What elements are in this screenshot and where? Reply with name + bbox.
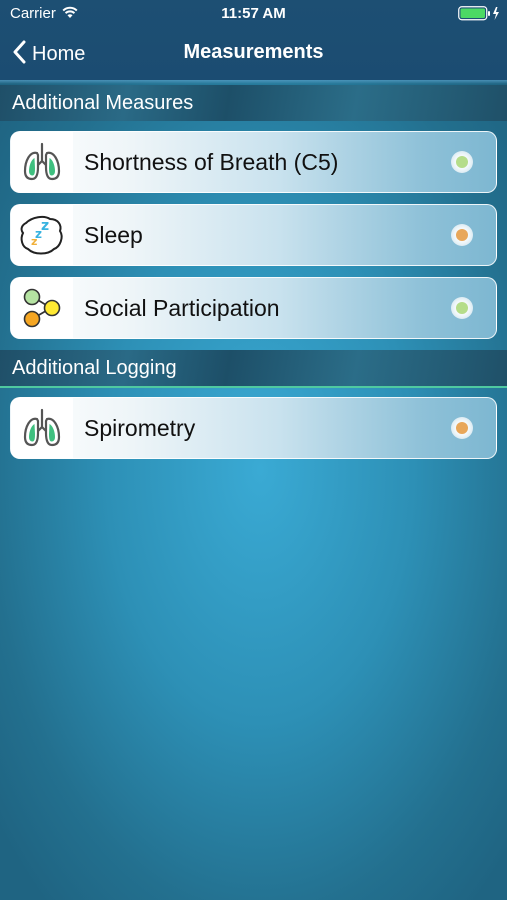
status-dot	[456, 302, 468, 314]
measure-item-shortness-of-breath[interactable]: Shortness of Breath (C5)	[10, 131, 497, 193]
status-indicator-icon	[451, 297, 473, 319]
top-bar: Carrier 11:57 AM Home Measurements	[0, 0, 507, 80]
measure-item-sleep[interactable]: z z z Sleep	[10, 204, 497, 266]
measure-item-label: Sleep	[84, 222, 143, 248]
lungs-icon	[11, 132, 73, 192]
status-indicator-icon	[451, 151, 473, 173]
status-dot	[456, 156, 468, 168]
status-time: 11:57 AM	[221, 5, 286, 22]
navigation-bar: Home Measurements	[0, 28, 507, 80]
page-title: Measurements	[183, 41, 324, 63]
logging-item-label: Spirometry	[84, 415, 196, 441]
measure-item-label: Social Participation	[84, 295, 280, 321]
status-dot	[456, 229, 468, 241]
section-header-additional-measures: Additional Measures	[0, 85, 507, 121]
section-title: Additional Measures	[12, 92, 194, 114]
lungs-icon	[11, 398, 73, 458]
nav-divider	[0, 80, 507, 84]
sleep-icon: z z z	[11, 205, 73, 265]
section-header-additional-logging: Additional Logging	[0, 350, 507, 388]
measure-item-social-participation[interactable]: Social Participation	[10, 277, 497, 339]
svg-text:z: z	[41, 218, 49, 234]
social-participation-icon	[11, 278, 73, 338]
logging-item-spirometry[interactable]: Spirometry	[10, 397, 497, 459]
battery-icon	[458, 6, 502, 27]
status-dot	[456, 422, 468, 434]
status-indicator-icon	[451, 417, 473, 439]
status-indicator-icon	[451, 224, 473, 246]
status-bar: Carrier 11:57 AM	[0, 0, 507, 28]
measure-item-label: Shortness of Breath (C5)	[84, 149, 339, 175]
section-title: Additional Logging	[12, 357, 177, 379]
